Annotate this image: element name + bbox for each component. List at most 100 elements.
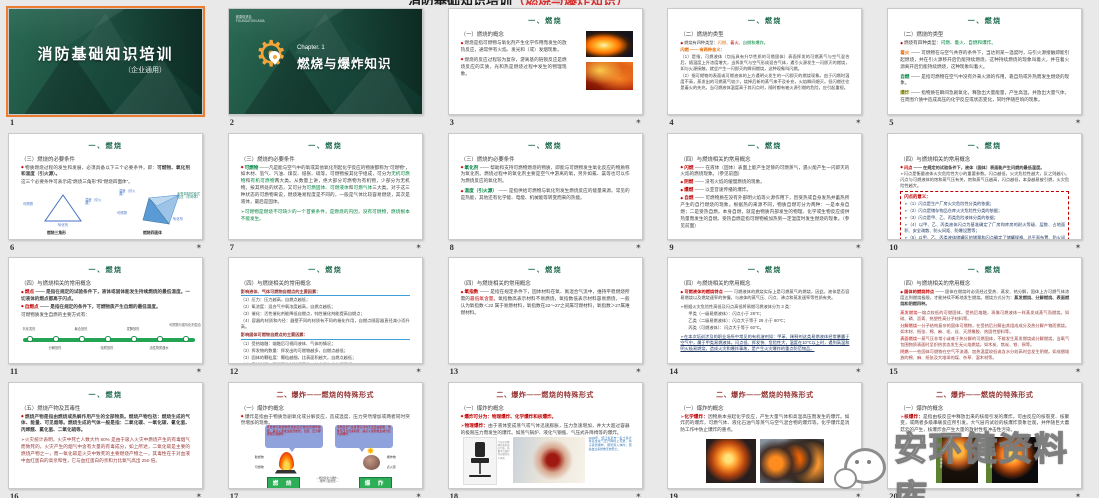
slide-cell-2: 健康促进会 FOUNDATION ASIA ⚙ Chapter. 1 燃烧与爆炸… (220, 0, 440, 125)
slide-body: 燃烧有四种类型：闪燃、着火、自燃和爆炸。闪燃 —— 有两种含义：（1）是指，可燃… (680, 40, 849, 91)
triangle-label-heat: 温度（引火源） (85, 199, 103, 207)
slide-header: 一、燃烧 (459, 16, 632, 26)
slide-subheading: （二）燃烧的类型 (680, 30, 849, 38)
tetrahedron-label-oxidizer: 氧化剂 (173, 218, 183, 222)
chair-caption: 气压式升降椅内充有高压气体，质量不合格时存在爆炸伤人风险 (498, 441, 511, 460)
animation-star-icon[interactable]: ✶ (416, 491, 422, 498)
timeline-label: 活性物质遇水 (145, 347, 173, 351)
cropped-page-title: 消防基础知识培训（燃烧与爆炸知识） (408, 0, 738, 5)
fire-triangle-shape (43, 193, 83, 223)
fire-triangle-tetrahedron-diagram: 可燃物 温度（引火源） 氧化剂 燃烧三角形 温度（引火源） 可燃物 氧化剂 未受… (21, 190, 190, 238)
tetrahedron-label-fuel: 可燃物 (117, 212, 127, 216)
slide-thumbnail-3[interactable]: 一、燃烧 （一）燃烧的概念 燃烧是指可燃物与氧化剂产生化学作用而发生的放热反应，… (448, 8, 643, 115)
tetrahedron-caption: 燃烧四面体 (143, 231, 162, 236)
slide-thumbnail-16[interactable]: 一、燃烧 （五）燃烧产物及其毒性 燃烧产物是指由燃烧或热解作用产生的全部物质。燃… (8, 382, 203, 489)
slide-cell-13: 一、燃烧 （四）与燃烧相关的常用概念 氧指数 —— 是指在规定条件下，固体材料在… (440, 249, 660, 374)
slide-cell-18: 二、爆炸——燃烧的特殊形式 （一）爆炸的概念 爆炸可分为：物理爆炸、化学爆炸和核… (440, 374, 660, 498)
triangle-label-fuel: 可燃物 (23, 203, 33, 207)
flash-point-significance-box: 闪点的意义： ➢（1）闪点是生产厂房火灾危险性分类的依据；➢（2）闪点是储存物品… (900, 191, 1069, 239)
slide-caption-row: 17 ✶ (228, 491, 423, 498)
slide-header: 一、燃烧 (239, 141, 412, 151)
photo-office-chair (463, 437, 497, 485)
accident-note: 2009年，浙江省某市一名十多岁男孩坐在气压升降椅上玩耍，椅子突然爆炸，钢管刺入… (589, 437, 632, 453)
slide-cell-8: 一、燃烧 （三）燃烧的必要条件 氧化剂 —— 帮助和支持可燃物燃烧的物质，即能与… (440, 125, 660, 250)
slide-thumbnail-9[interactable]: 一、燃烧 （四）与燃烧相关的常用概念 闪燃 —— 在液体（固体）表面上能产生足够… (667, 133, 862, 240)
animation-star-icon[interactable]: ✶ (855, 491, 861, 498)
conversion-arrows: —燃烧转化为爆炸→ ←爆炸引发燃烧— (301, 477, 355, 484)
slide-header: 一、燃烧 (459, 141, 632, 151)
slide-subheading: （二）燃烧的类型 (900, 30, 1069, 38)
box-body: ➢（1）闪点是生产厂房火灾危险性分类的依据；➢（2）闪点是储存物品仓库火灾危险性… (904, 201, 1065, 239)
animation-star-icon[interactable]: ✶ (635, 491, 641, 498)
slide-thumbnail-19[interactable]: 二、爆炸——燃烧的特殊形式 （一）爆炸的概念 ➢化学爆炸：因物质本身起化学反应，… (667, 382, 862, 489)
slide-subheading: （四）与燃烧相关的常用概念 (680, 279, 849, 287)
slide-thumbnail-6[interactable]: 一、燃烧 （三）燃烧的必要条件 物质燃烧过程的发生和发展，必须具备以下三个必要条… (8, 133, 203, 240)
slide-subheading: （四）与燃烧相关的常用概念 (461, 279, 630, 287)
slide-number: 17 (230, 491, 239, 498)
slide-thumbnail-12[interactable]: 一、燃烧 （四）与燃烧相关的常用概念 影响液体、气体可燃物自燃点的主要因素：（1… (228, 257, 423, 364)
slide-sorter-view: 消防基础知识培训（燃烧与爆炸知识） 消防基础知识培训 （企业通用） 1 健康促进… (0, 0, 1099, 498)
slide-subheading: （一）爆炸的概念 (680, 404, 849, 412)
slide-header: 一、燃烧 (19, 141, 192, 151)
speech-bubble-explosion: 可燃混合气在受限空间内无法自由膨胀，热量与压力迅速积聚，遇点火源即发生威力巨大的… (335, 425, 393, 448)
slide-thumbnail-5[interactable]: 一、燃烧 （二）燃烧的类型 燃烧有四种类型：闪燃、着火、自燃和爆炸。着火 —— … (887, 8, 1082, 115)
timeline-label: 吸附放热 (93, 347, 121, 351)
slide-body: 爆炸可分为：物理爆炸、化学爆炸和核爆炸。➢物理爆炸：由于液体变成蒸气或气体迅速膨… (461, 414, 630, 438)
box-title: 闪点的意义： (904, 194, 1065, 200)
slide-thumbnail-20[interactable]: 二、爆炸——燃烧的特殊形式 （一）爆炸的概念 ➢核爆炸：是指由核反应中释放出来的… (887, 382, 1082, 489)
arrow-label-bottom: ←爆炸引发燃烧— (301, 480, 355, 484)
slide-header: 一、燃烧 (19, 265, 192, 275)
slide-thumbnail-10[interactable]: 一、燃烧 （四）与燃烧相关的常用概念 闪点 —— 在规定的试验条件下，液体（固体… (887, 133, 1082, 240)
slide-cell-6: 一、燃烧 （三）燃烧的必要条件 物质燃烧过程的发生和发展，必须具备以下三个必要条… (0, 125, 220, 250)
slide-header: 一、燃烧 (459, 265, 632, 275)
slide-thumbnail-17[interactable]: 二、爆炸——燃烧的特殊形式 （一）爆炸的概念 爆炸是指由于物质急剧氧化或分解反应… (228, 382, 423, 489)
slide-number: 18 (450, 491, 459, 498)
slide-header: 一、燃烧 (19, 390, 192, 400)
slide-thumbnail-4[interactable]: 一、燃烧 （二）燃烧的类型 燃烧有四种类型：闪燃、着火、自燃和爆炸。闪燃 —— … (667, 8, 862, 115)
slide-cell-3: 一、燃烧 （一）燃烧的概念 燃烧是指可燃物与氧化剂产生化学作用而发生的放热反应，… (440, 0, 660, 125)
chapter-title: 燃烧与爆炸知识 (297, 53, 392, 72)
photo-injury-scene (513, 437, 585, 483)
brand-line2: FOUNDATION ASIA (236, 19, 265, 23)
combustion-box: 燃 烧 (267, 477, 301, 489)
slide-cell-5: 一、燃烧 （二）燃烧的类型 燃烧有四种类型：闪燃、着火、自燃和爆炸。着火 —— … (879, 0, 1099, 125)
chapter-label: Chapter. 1 (297, 45, 392, 51)
slide-number: 20 (889, 491, 898, 498)
slide-thumbnail-18[interactable]: 二、爆炸——燃烧的特殊形式 （一）爆炸的概念 爆炸可分为：物理爆炸、化学爆炸和核… (448, 382, 643, 489)
slide-thumbnail-15[interactable]: 一、燃烧 （四）与燃烧相关的常用概念 固体的燃烧特点 —— 固体在燃烧时必须经过… (887, 257, 1082, 364)
slide-body: 可燃物 ——凡是能与空气中的氧或其他氧化剂起化学反应的物质都称为“可燃物”，如木… (241, 165, 410, 223)
triangle-label-oxidizer: 氧化剂 (58, 224, 68, 228)
cover-title: 消防基础知识培训 (9, 43, 202, 64)
slide-body: 燃烧有四种类型：闪燃、着火、自燃和爆炸。着火 —— 可燃物在与空气共存的条件下，… (900, 40, 1069, 104)
slide-body: 闪点 —— 在规定的试验条件下，液体（固体）表面能产生闪燃的最低温度。➢闪点是衡… (900, 165, 1069, 190)
photo-label-strip: 核试验爆炸 (986, 437, 992, 483)
slide-thumbnail-13[interactable]: 一、燃烧 （四）与燃烧相关的常用概念 氧指数 —— 是指在规定条件下，固体材料在… (448, 257, 643, 364)
photo-nuclear-test: 核试验爆炸 (986, 437, 1038, 483)
slide-subheading: （四）与燃烧相关的常用概念 (241, 279, 410, 287)
slide-body: 闪燃 —— 在液体（固体）表面上能产生足够的可燃蒸气，遇火能产生一闪即灭的火焰的… (680, 165, 849, 230)
slide-subheading: （三）燃烧的必要条件 (241, 155, 410, 163)
slide-thumbnail-1[interactable]: 消防基础知识培训 （企业通用） (8, 8, 203, 115)
photo-flames (586, 62, 633, 90)
slide-subheading: （一）爆炸的概念 (461, 404, 630, 412)
animation-star-icon[interactable]: ✶ (1075, 491, 1081, 498)
slide-header: 二、爆炸——燃烧的特殊形式 (678, 390, 851, 400)
slide-thumbnail-11[interactable]: 一、燃烧 （四）与燃烧相关的常用概念 燃点 —— 是指在规定的试验条件下，液体或… (8, 257, 203, 364)
label-ignition-source: 点火源 (387, 465, 396, 469)
slide-number: 16 (10, 491, 19, 498)
slide-caption-row: 20 ✶ (887, 491, 1082, 498)
slide-thumbnail-2[interactable]: 健康促进会 FOUNDATION ASIA ⚙ Chapter. 1 燃烧与爆炸… (228, 8, 423, 115)
animation-star-icon[interactable]: ✶ (196, 491, 202, 498)
brand-logo: 健康促进会 FOUNDATION ASIA (236, 15, 265, 24)
burner-graphic (275, 470, 297, 474)
photo-burning-match (586, 31, 633, 57)
slide-thumbnail-8[interactable]: 一、燃烧 （三）燃烧的必要条件 氧化剂 —— 帮助和支持可燃物燃烧的物质，即能与… (448, 133, 643, 240)
slide-thumbnail-7[interactable]: 一、燃烧 （三）燃烧的必要条件 可燃物 ——凡是能与空气中的氧或其他氧化剂起化学… (228, 133, 423, 240)
slide-number: 19 (669, 491, 678, 498)
cropped-title-red: （燃烧与爆炸知识） (512, 0, 629, 5)
slide-subheading: （一）爆炸的概念 (900, 404, 1069, 412)
slide-body: ➢化学爆炸：因物质本身起化学反应，产生大量气体和高温高压而发生的爆炸。如炸药的爆… (680, 414, 849, 435)
slide-body: ➢核爆炸：是指由核反应中释放出来的核能引发的爆炸。可由反应的核裂变、核聚变，或两… (900, 414, 1069, 435)
photo-label-strip: 原子弹爆炸 (936, 437, 942, 483)
slide-thumbnail-14[interactable]: 一、燃烧 （四）与燃烧相关的常用概念 可燃液体的燃烧特点 —— 可燃液体的燃烧实… (667, 257, 862, 364)
